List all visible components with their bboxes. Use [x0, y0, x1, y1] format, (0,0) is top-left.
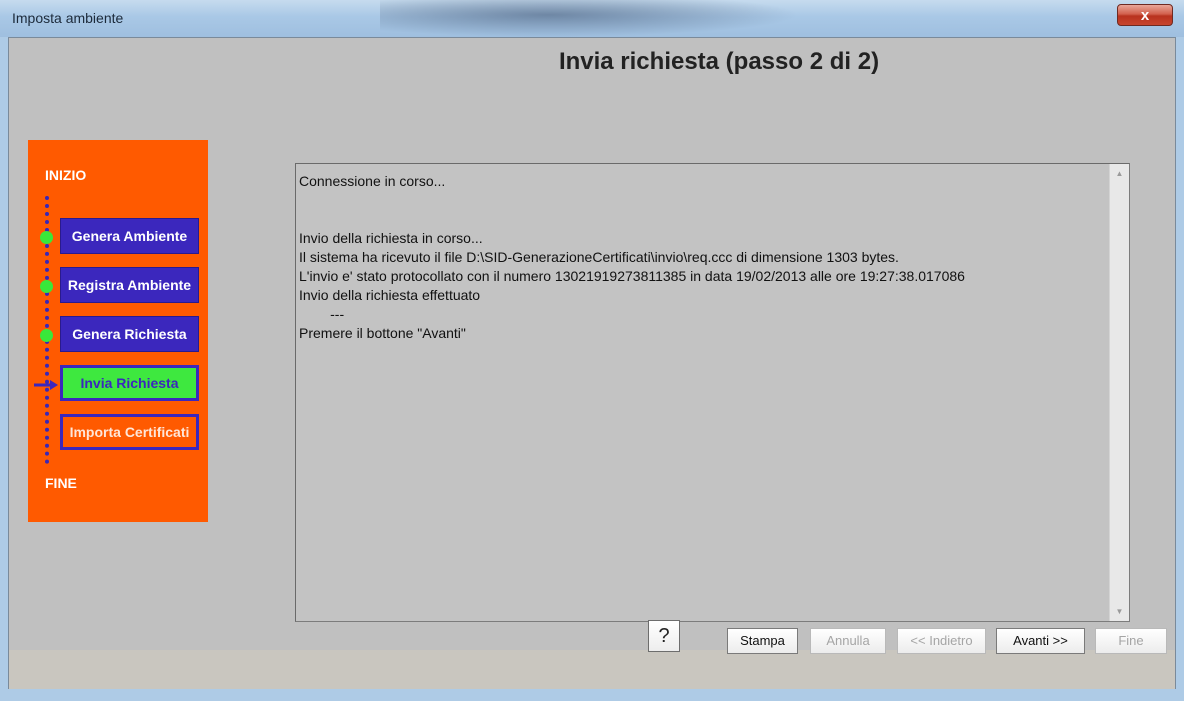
page-title: Invia richiesta (passo 2 di 2) — [558, 48, 880, 75]
wizard-window: Imposta ambiente x Invia richiesta (pass… — [0, 0, 1184, 701]
wizard-content: Invia richiesta (passo 2 di 2) INIZIO Ge… — [8, 37, 1176, 689]
log-lines: Connessione in corso... Invio della rich… — [299, 172, 965, 343]
step-completed-dot-icon — [40, 329, 53, 342]
step-importa-certificati[interactable]: Importa Certificati — [60, 414, 199, 450]
step-genera-ambiente[interactable]: Genera Ambiente — [60, 218, 199, 254]
title-bar[interactable]: Imposta ambiente x — [0, 0, 1184, 37]
close-button[interactable]: x — [1117, 4, 1173, 26]
log-line: Premere il bottone "Avanti" — [299, 325, 466, 341]
footer-bar — [9, 650, 1175, 689]
step-completed-dot-icon — [40, 231, 53, 244]
scroll-up-arrow-icon[interactable]: ▲ — [1110, 164, 1129, 183]
steps-start-label: INIZIO — [45, 167, 87, 183]
steps-end-label: FINE — [45, 475, 77, 491]
log-line: --- — [299, 306, 345, 322]
current-step-arrow-icon — [34, 380, 58, 390]
annulla-button[interactable]: Annulla — [810, 628, 886, 654]
log-scrollbar[interactable]: ▲ ▼ — [1109, 164, 1129, 621]
log-line: Il sistema ha ricevuto il file D:\SID-Ge… — [299, 249, 899, 265]
close-icon: x — [1140, 7, 1150, 24]
log-line: Connessione in corso... — [299, 173, 446, 189]
log-line: L'invio e' stato protocollato con il num… — [299, 268, 965, 284]
fine-button[interactable]: Fine — [1095, 628, 1167, 654]
log-line: Invio della richiesta in corso... — [299, 230, 483, 246]
scroll-down-arrow-icon[interactable]: ▼ — [1110, 602, 1129, 621]
title-bar-decoration — [380, 0, 800, 37]
wizard-steps-panel: INIZIO Genera Ambiente Registra Ambiente… — [28, 140, 208, 522]
stampa-button[interactable]: Stampa — [727, 628, 798, 654]
step-registra-ambiente[interactable]: Registra Ambiente — [60, 267, 199, 303]
step-completed-dot-icon — [40, 280, 53, 293]
step-genera-richiesta[interactable]: Genera Richiesta — [60, 316, 199, 352]
indietro-button[interactable]: << Indietro — [897, 628, 986, 654]
log-text-area[interactable]: Connessione in corso... Invio della rich… — [295, 163, 1130, 622]
window-title: Imposta ambiente — [12, 10, 124, 26]
step-invia-richiesta[interactable]: Invia Richiesta — [60, 365, 199, 401]
help-button[interactable]: ? — [648, 620, 680, 652]
log-line: Invio della richiesta effettuato — [299, 287, 481, 303]
avanti-button[interactable]: Avanti >> — [996, 628, 1085, 654]
